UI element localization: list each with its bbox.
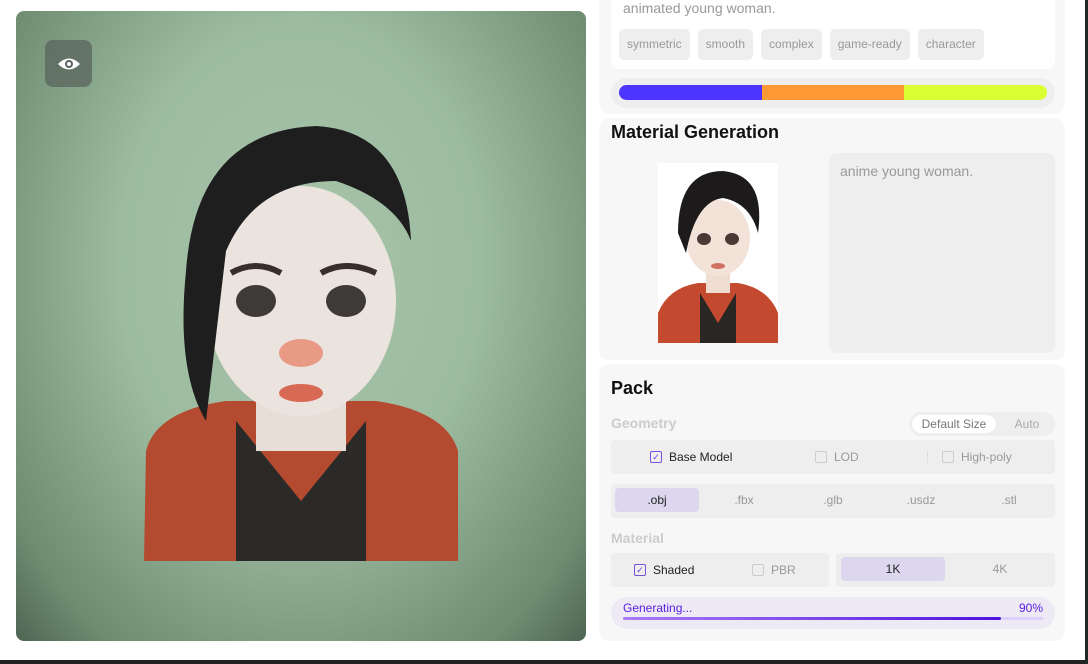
- resolution-1k[interactable]: 1K: [841, 557, 945, 581]
- character-model: [144, 126, 458, 561]
- material-options: ✓ Shaded PBR: [611, 553, 829, 587]
- progress-fill: [623, 617, 1001, 620]
- section-title: Material Generation: [611, 122, 780, 142]
- option-lod[interactable]: LOD: [815, 440, 859, 474]
- progress-status: Generating...: [623, 601, 693, 615]
- section-title: Pack: [611, 378, 654, 398]
- stage-segment-2: [761, 85, 905, 100]
- option-base-model[interactable]: ✓ Base Model: [650, 440, 732, 474]
- tag-chip[interactable]: symmetric: [619, 29, 690, 60]
- format-fbx[interactable]: .fbx: [702, 488, 786, 512]
- prompt-text: animated young woman.: [623, 0, 776, 16]
- checkbox-checked-icon: ✓: [650, 451, 662, 463]
- option-label: PBR: [771, 563, 796, 577]
- tag-chip[interactable]: character: [917, 29, 984, 60]
- option-pbr[interactable]: PBR: [752, 553, 796, 587]
- size-toggle[interactable]: Default Size Auto: [909, 412, 1055, 436]
- model-viewer[interactable]: [16, 11, 586, 641]
- option-label: LOD: [834, 450, 859, 464]
- geometry-label: Geometry: [611, 415, 677, 431]
- progress-percent: 90%: [1018, 601, 1043, 615]
- format-usdz[interactable]: .usdz: [879, 488, 963, 512]
- option-high-poly[interactable]: High-poly: [942, 440, 1012, 474]
- pack-card: Pack Geometry Default Size Auto ✓ Base Mo…: [599, 364, 1065, 641]
- tag-chip[interactable]: complex: [761, 29, 822, 60]
- geometry-options: ✓ Base Model LOD High-poly: [611, 440, 1055, 474]
- bottom-strip: [0, 660, 1088, 664]
- visibility-toggle-button[interactable]: [45, 40, 92, 87]
- checkbox-icon: [752, 564, 764, 576]
- prompt-card: animated young woman. symmetric smooth c…: [599, 0, 1065, 114]
- eye-icon: [57, 58, 80, 69]
- option-label: Shaded: [653, 563, 695, 577]
- divider: [927, 451, 928, 463]
- size-option-auto[interactable]: Auto: [1007, 415, 1047, 433]
- option-label: Base Model: [669, 450, 733, 464]
- material-prompt-input[interactable]: anime young woman.: [829, 153, 1055, 353]
- size-option-default[interactable]: Default Size: [912, 415, 996, 433]
- checkbox-icon: [815, 451, 827, 463]
- generation-progress: Generating... 90%: [611, 597, 1055, 629]
- resolution-4k[interactable]: 4K: [948, 557, 1052, 581]
- stage-progress-bar: [611, 78, 1055, 108]
- format-obj[interactable]: .obj: [615, 488, 699, 512]
- checkbox-icon: [942, 451, 954, 463]
- resolution-selector: 1K 4K: [836, 553, 1055, 587]
- option-label: High-poly: [961, 450, 1012, 464]
- material-preview-image: [658, 163, 778, 343]
- option-shaded[interactable]: ✓ Shaded: [634, 553, 694, 587]
- format-stl[interactable]: .stl: [967, 488, 1051, 512]
- stage-segment-3: [904, 85, 1047, 100]
- format-glb[interactable]: .glb: [791, 488, 875, 512]
- format-selector: .obj .fbx .glb .usdz .stl: [611, 484, 1055, 518]
- tag-chip[interactable]: game-ready: [829, 29, 910, 60]
- checkbox-checked-icon: ✓: [634, 564, 646, 576]
- material-generation-card: Material Generation anime young woman.: [599, 118, 1065, 360]
- stage-segment-1: [619, 85, 762, 100]
- material-label: Material: [611, 530, 664, 546]
- tag-chip[interactable]: smooth: [697, 29, 754, 60]
